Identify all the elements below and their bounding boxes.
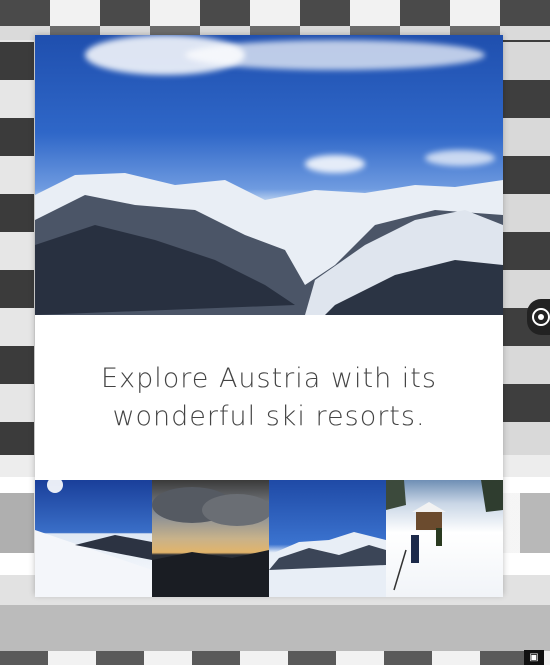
skiers-hut-image[interactable] xyxy=(386,480,503,597)
side-handle-button[interactable] xyxy=(527,299,550,335)
mountain-panorama-image xyxy=(35,35,503,315)
snowy-peaks-image[interactable] xyxy=(269,480,386,597)
fullscreen-icon[interactable]: ▣ xyxy=(524,650,544,665)
caption-area: Explore Austria with its wonderful ski r… xyxy=(35,315,503,480)
ski-slope-sun-image[interactable] xyxy=(35,480,152,597)
left-wall xyxy=(0,40,34,460)
floor-strip xyxy=(0,651,550,665)
sunset-clouds-image[interactable] xyxy=(152,480,269,597)
right-wall xyxy=(502,40,550,460)
thumbnail-strip xyxy=(35,480,503,597)
circle-dot-icon xyxy=(532,308,550,326)
content-card: Explore Austria with its wonderful ski r… xyxy=(35,35,503,597)
caption-text: Explore Austria with its wonderful ski r… xyxy=(101,362,437,432)
ceiling xyxy=(0,0,550,40)
mountain-range xyxy=(35,173,503,315)
